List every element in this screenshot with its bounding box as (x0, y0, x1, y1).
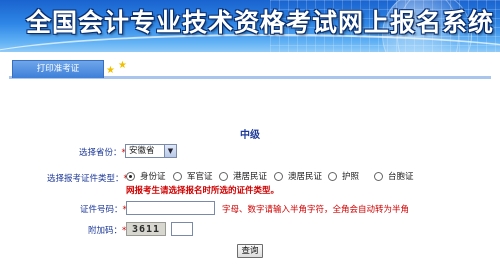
radio-button[interactable] (274, 172, 283, 181)
radio-button-checked[interactable] (126, 172, 135, 181)
id-number-label: 证件号码：* (80, 205, 127, 215)
tab-print-admission-ticket[interactable]: 打印准考证 (12, 60, 104, 78)
star-icon: ★ (106, 65, 115, 76)
captcha-label: 附加码：* (88, 226, 127, 236)
id-number-hint: 字母、数字请输入半角字符，全角会自动转为半角 (222, 205, 410, 215)
header-banner: 全国会计专业技术资格考试网上报名系统 (0, 0, 500, 52)
chevron-down-icon[interactable]: ▼ (164, 145, 176, 157)
tab-bar: 打印准考证 ★ ★ (0, 52, 500, 84)
system-title: 全国会计专业技术资格考试网上报名系统 (26, 8, 495, 37)
captcha-input[interactable] (171, 222, 193, 236)
id-number-input[interactable] (126, 201, 215, 215)
query-button[interactable]: 查询 (237, 244, 263, 258)
radio-button[interactable] (328, 172, 337, 181)
radio-button[interactable] (173, 172, 182, 181)
province-select[interactable]: 安徽省 ▼ (125, 144, 177, 158)
id-type-label: 选择报考证件类型：* (47, 174, 128, 184)
radio-button[interactable] (219, 172, 228, 181)
id-type-warning: 网报考生请选择报名时所选的证件类型。 (126, 186, 280, 196)
exam-level-heading: 中级 (240, 130, 260, 141)
radio-button[interactable] (374, 172, 383, 181)
province-selected-value: 安徽省 (129, 146, 155, 156)
province-label: 选择省份：* (79, 148, 126, 158)
captcha-image: 3611 (126, 222, 166, 236)
star-icon: ★ (118, 60, 127, 71)
